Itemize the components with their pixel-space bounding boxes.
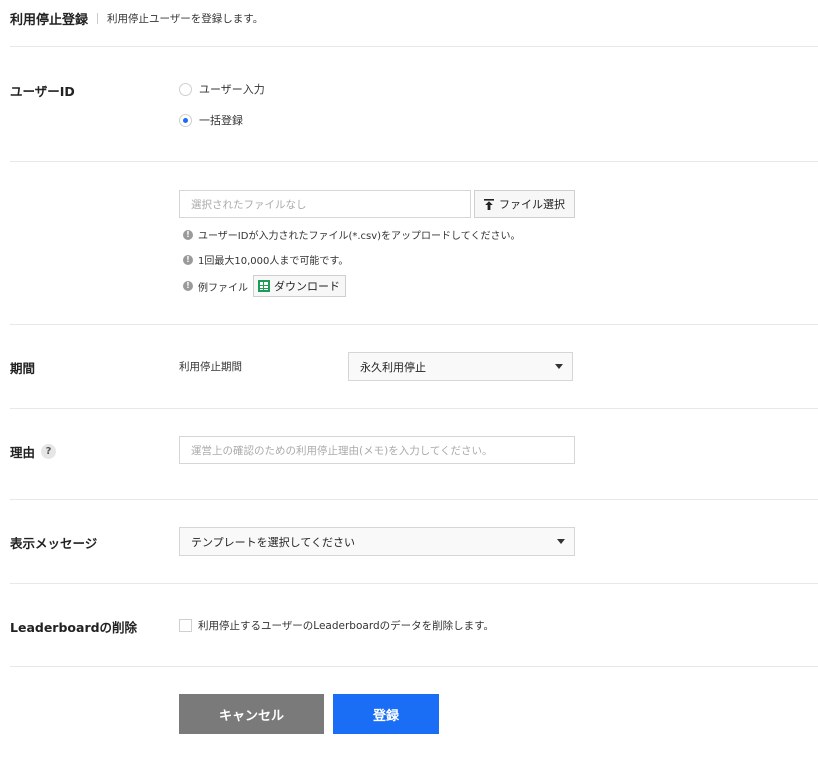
divider xyxy=(10,666,818,667)
header-divider xyxy=(97,12,99,24)
user-id-label: ユーザーID xyxy=(10,84,75,99)
info-icon: ! xyxy=(183,229,193,240)
file-select-button[interactable]: ファイル選択 xyxy=(474,190,575,218)
divider xyxy=(10,324,818,325)
notice-text: 1回最大10,000人まで可能です。 xyxy=(198,256,349,267)
cancel-button[interactable]: キャンセル xyxy=(179,694,324,734)
suspension-period-label: 利用停止期間 xyxy=(179,361,242,373)
page-header: 利用停止登録 利用停止ユーザーを登録します。 xyxy=(10,8,263,28)
download-button[interactable]: ダウンロード xyxy=(253,275,346,297)
dropdown-caret-icon xyxy=(555,364,563,369)
divider xyxy=(10,408,818,409)
divider xyxy=(10,161,818,162)
reason-label-text: 理由 xyxy=(10,445,36,460)
file-select-label: ファイル選択 xyxy=(499,198,565,211)
radio-button[interactable] xyxy=(179,113,192,127)
divider xyxy=(10,499,818,500)
radio-label: 一括登録 xyxy=(199,114,243,127)
template-select-value: テンプレートを選択してください xyxy=(191,535,356,549)
divider xyxy=(10,583,818,584)
info-icon: ! xyxy=(183,254,193,265)
radio-user-input[interactable]: ユーザー入力 xyxy=(179,81,265,97)
notice-text: ユーザーIDが入力されたファイル(*.csv)をアップロードしてください。 xyxy=(198,231,521,242)
page-title: 利用停止登録 xyxy=(10,12,89,28)
radio-label: ユーザー入力 xyxy=(199,83,265,96)
spreadsheet-icon xyxy=(258,280,270,292)
sample-file-row: ! 例ファイル ダウンロード xyxy=(183,275,346,297)
info-icon: ! xyxy=(183,281,193,291)
period-select[interactable]: 永久利用停止 xyxy=(348,352,573,381)
submit-button[interactable]: 登録 xyxy=(333,694,439,734)
download-label: ダウンロード xyxy=(274,280,340,293)
file-name-field[interactable]: 選択されたファイルなし xyxy=(179,190,471,218)
notice-csv: ! ユーザーIDが入力されたファイル(*.csv)をアップロードしてください。 xyxy=(183,227,520,242)
display-message-label: 表示メッセージ xyxy=(10,536,98,551)
period-label: 期間 xyxy=(10,361,36,376)
period-select-value: 永久利用停止 xyxy=(360,360,426,374)
help-icon[interactable]: ? xyxy=(41,444,57,459)
page-description: 利用停止ユーザーを登録します。 xyxy=(107,12,264,25)
reason-input[interactable]: 運営上の確認のための利用停止理由(メモ)を入力してください。 xyxy=(179,436,575,464)
leaderboard-delete-checkbox[interactable] xyxy=(179,619,192,632)
leaderboard-delete-label[interactable]: 利用停止するユーザーのLeaderboardのデータを削除します。 xyxy=(198,618,494,633)
message-template-select[interactable]: テンプレートを選択してください xyxy=(179,527,575,556)
leaderboard-label: Leaderboardの削除 xyxy=(10,620,138,635)
radio-button[interactable] xyxy=(179,82,192,96)
divider xyxy=(10,46,818,47)
reason-label: 理由 ? xyxy=(10,442,57,461)
sample-file-label: 例ファイル xyxy=(198,282,248,294)
radio-bulk-register[interactable]: 一括登録 xyxy=(179,112,243,128)
upload-icon xyxy=(484,198,494,210)
notice-limit: ! 1回最大10,000人まで可能です。 xyxy=(183,252,348,267)
dropdown-caret-icon xyxy=(557,539,565,544)
